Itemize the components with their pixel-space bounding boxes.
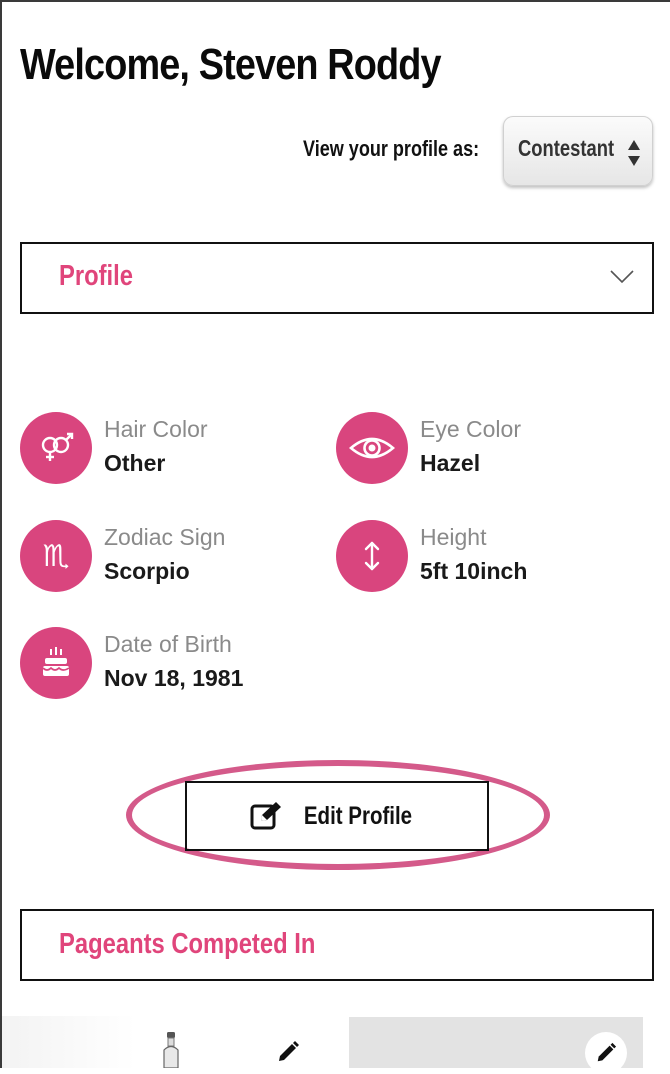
window-border <box>0 0 2 1068</box>
attribute-label: Hair Color <box>104 416 208 442</box>
view-as-select[interactable]: Contestant <box>503 116 653 186</box>
window-border-top <box>0 0 670 2</box>
height-arrows-icon <box>336 520 408 592</box>
attribute-value: 5ft 10inch <box>420 558 528 584</box>
profile-section-title: Profile <box>59 260 134 292</box>
pencil-icon[interactable] <box>276 1040 300 1064</box>
attribute-value: Nov 18, 1981 <box>104 665 244 691</box>
eye-icon <box>336 412 408 484</box>
birthday-cake-icon <box>20 627 92 699</box>
edit-profile-button[interactable]: Edit Profile <box>185 781 489 851</box>
pageants-section-title: Pageants Competed In <box>59 928 316 960</box>
attribute-label: Zodiac Sign <box>104 524 226 550</box>
chevron-down-icon <box>610 270 634 284</box>
attribute-value: Other <box>104 450 166 476</box>
attribute-label: Height <box>420 524 487 550</box>
select-arrows-icon <box>628 140 640 166</box>
profile-accordion[interactable]: Profile <box>20 242 654 314</box>
bottle-image <box>163 1032 179 1068</box>
attribute-value: Hazel <box>420 450 481 476</box>
attribute-label: Eye Color <box>420 416 521 442</box>
edit-icon <box>250 802 282 830</box>
page-title: Welcome, Steven Roddy <box>20 40 442 89</box>
view-as-selected-value: Contestant <box>518 135 615 161</box>
scorpio-icon: ♏ <box>20 520 92 592</box>
edit-profile-label: Edit Profile <box>303 801 413 830</box>
view-as-label: View your profile as: <box>303 136 480 161</box>
attribute-value: Scorpio <box>104 558 190 584</box>
pageants-accordion[interactable]: Pageants Competed In <box>20 909 654 981</box>
attribute-label: Date of Birth <box>104 631 232 657</box>
gender-icon <box>20 412 92 484</box>
pencil-icon <box>597 1042 617 1062</box>
